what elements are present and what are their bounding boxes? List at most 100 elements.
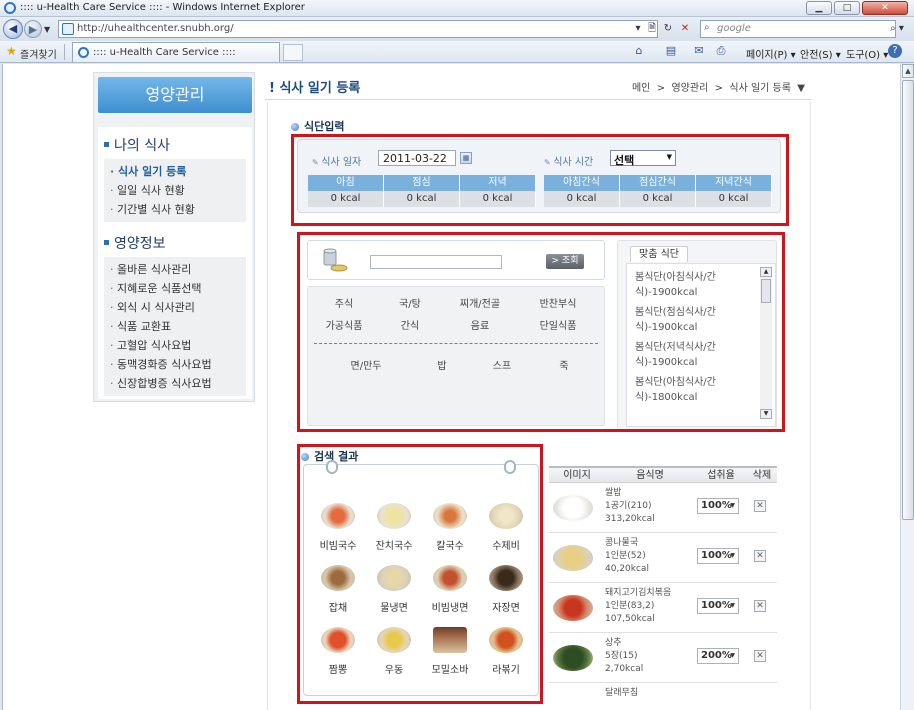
compatibility-icon[interactable]: 🗎 bbox=[644, 21, 660, 37]
sidebar-list: 올바른 식사관리 지혜로운 식품선택 외식 시 식사관리 식품 교환표 고혈압 … bbox=[104, 257, 246, 396]
sidebar-group-title: 영양정보 bbox=[104, 233, 166, 253]
col-header-image: 이미지 bbox=[563, 470, 591, 481]
home-icon[interactable]: ⌂ bbox=[632, 44, 646, 58]
tools-menu[interactable]: 도구(O) ▾ bbox=[846, 46, 888, 61]
sidebar-item-eating-out[interactable]: 외식 시 식사관리 bbox=[104, 298, 246, 317]
search-placeholder: google bbox=[717, 23, 751, 34]
delete-icon[interactable]: ✕ bbox=[754, 650, 766, 662]
food-portion: 5장(15) bbox=[605, 651, 638, 661]
food-info: 돼지고기김치볶음 1인분(83,2) 107,50kcal bbox=[605, 587, 671, 626]
col-header-intake-rate: 섭취율 bbox=[707, 470, 735, 481]
intake-table-header: 이미지 음식명 섭취율 삭제 bbox=[549, 466, 777, 483]
food-portion: 1공기(210) bbox=[605, 501, 652, 511]
highlight-box-search-results bbox=[297, 444, 543, 704]
sidebar-item-hypertension-diet[interactable]: 고혈압 식사요법 bbox=[104, 336, 246, 355]
page-scrollbar[interactable]: ▲ bbox=[900, 64, 914, 710]
food-kcal: 107,50kcal bbox=[605, 614, 655, 624]
intake-rate-value: 100% bbox=[701, 550, 732, 561]
food-name: 콩나물국 bbox=[605, 538, 639, 548]
food-kcal: 313,20kcal bbox=[605, 514, 655, 524]
favorites-star-icon[interactable]: ★ bbox=[6, 44, 17, 58]
col-header-delete: 삭제 bbox=[752, 470, 772, 481]
sidebar-item-exchange-table[interactable]: 식품 교환표 bbox=[104, 317, 246, 336]
highlight-box-meal-input bbox=[291, 134, 789, 226]
food-kcal: 2,70kcal bbox=[605, 664, 644, 674]
food-name: 달래무침 bbox=[605, 688, 639, 698]
breadcrumb-nutrition[interactable]: 영양관리 bbox=[671, 83, 708, 94]
food-info: 상추 5장(15) 2,70kcal bbox=[605, 637, 643, 676]
back-button[interactable]: ◀ bbox=[3, 19, 23, 39]
sidebar-item-food-selection[interactable]: 지혜로운 식품선택 bbox=[104, 279, 246, 298]
delete-icon[interactable]: ✕ bbox=[754, 550, 766, 562]
intake-rate-value: 100% bbox=[701, 600, 732, 611]
page-menu[interactable]: 페이지(P) ▾ bbox=[746, 46, 796, 61]
sidebar-item-atherosclerosis-diet[interactable]: 동맥경화증 식사요법 bbox=[104, 355, 246, 374]
chevron-down-icon: ▼ bbox=[730, 602, 735, 609]
address-toolbar: ◀ ▶ ▼ http://uhealthcenter.snubh.org/ ▾ … bbox=[0, 17, 914, 41]
address-input[interactable]: http://uhealthcenter.snubh.org/ bbox=[58, 20, 658, 38]
table-row: 달래무침 bbox=[549, 683, 777, 710]
breadcrumb: 메인 > 영양관리 > 식사 일기 등록 ▼ bbox=[631, 83, 805, 94]
browser-tab[interactable]: :::: u-Health Care Service :::: bbox=[72, 42, 280, 62]
sidebar-group-my-meals: 나의 식사 식사 일기 등록 일일 식사 현황 기간별 식사 현황 bbox=[98, 127, 252, 231]
breadcrumb-current[interactable]: 식사 일기 등록 bbox=[729, 83, 791, 94]
close-button[interactable]: ✕ bbox=[862, 1, 908, 15]
intake-rate-select[interactable]: 100% ▼ bbox=[697, 548, 739, 564]
mail-icon[interactable]: ✉ bbox=[692, 44, 706, 58]
sidebar-header: 영양관리 bbox=[98, 77, 252, 113]
help-icon[interactable]: ? bbox=[888, 44, 902, 58]
food-thumbnail bbox=[553, 595, 593, 621]
intake-rate-select[interactable]: 100% ▼ bbox=[697, 598, 739, 614]
sidebar-item-diet-management[interactable]: 올바른 식사관리 bbox=[104, 260, 246, 279]
food-portion: 1인분(52) bbox=[605, 551, 646, 561]
search-icon[interactable]: ⌕ ▾ bbox=[884, 20, 910, 38]
delete-icon[interactable]: ✕ bbox=[754, 600, 766, 612]
chevron-down-icon: ▼ bbox=[730, 502, 735, 509]
food-info: 콩나물국 1인분(52) 40,20kcal bbox=[605, 537, 649, 576]
stop-icon[interactable]: ✕ bbox=[677, 21, 693, 37]
table-row: 상추 5장(15) 2,70kcal 200% ▼ ✕ bbox=[549, 633, 777, 683]
intake-table: 이미지 음식명 섭취율 삭제 쌀밥 1공기(210) 313,20kcal 10… bbox=[549, 466, 777, 710]
intake-rate-select[interactable]: 100% ▼ bbox=[697, 498, 739, 514]
sidebar-item-kidney-diet[interactable]: 신장합병증 식사요법 bbox=[104, 374, 246, 393]
table-row: 쌀밥 1공기(210) 313,20kcal 100% ▼ ✕ bbox=[549, 483, 777, 533]
table-row: 돼지고기김치볶음 1인분(83,2) 107,50kcal 100% ▼ ✕ bbox=[549, 583, 777, 633]
table-row: 콩나물국 1인분(52) 40,20kcal 100% ▼ ✕ bbox=[549, 533, 777, 583]
delete-icon[interactable]: ✕ bbox=[754, 500, 766, 512]
sidebar-item-meal-diary[interactable]: 식사 일기 등록 bbox=[104, 162, 246, 181]
favorites-bar: ★ 즐겨찾기 :::: u-Health Care Service :::: ⌂… bbox=[0, 41, 914, 63]
refresh-icon[interactable]: ↻ bbox=[660, 21, 676, 37]
print-icon[interactable]: ⎙ bbox=[714, 44, 728, 58]
forward-button[interactable]: ▶ bbox=[24, 20, 42, 38]
sidebar-item-period-status[interactable]: 기간별 식사 현황 bbox=[104, 200, 246, 219]
feeds-icon[interactable]: ▤ bbox=[664, 44, 678, 58]
tab-title: :::: u-Health Care Service :::: bbox=[93, 47, 236, 58]
food-thumbnail bbox=[553, 645, 593, 671]
breadcrumb-dropdown-icon[interactable]: ▼ bbox=[797, 83, 805, 94]
scroll-thumb[interactable] bbox=[902, 80, 914, 520]
scroll-up-icon[interactable]: ▲ bbox=[902, 64, 914, 78]
breadcrumb-home[interactable]: 메인 bbox=[632, 83, 650, 94]
new-tab-button[interactable] bbox=[283, 44, 303, 61]
favorites-button[interactable]: 즐겨찾기 bbox=[20, 46, 57, 61]
intake-rate-select[interactable]: 200% ▼ bbox=[697, 648, 739, 664]
food-thumbnail bbox=[553, 545, 593, 571]
safety-menu[interactable]: 안전(S) ▾ bbox=[800, 46, 841, 61]
sidebar: 영양관리 나의 식사 식사 일기 등록 일일 식사 현황 기간별 식사 현황 영… bbox=[93, 72, 255, 402]
history-dropdown-icon[interactable]: ▼ bbox=[44, 25, 50, 34]
maximize-button[interactable]: □ bbox=[834, 1, 860, 15]
ie-logo-icon bbox=[4, 2, 16, 14]
toolbar-divider bbox=[64, 44, 65, 60]
page-icon bbox=[62, 23, 74, 35]
page-header: ! 식사 일기 등록 메인 > 영양관리 > 식사 일기 등록 ▼ bbox=[265, 74, 811, 100]
food-info: 달래무침 bbox=[605, 687, 638, 700]
address-url: http://uhealthcenter.snubh.org/ bbox=[77, 23, 234, 34]
page-title-text: 식사 일기 등록 bbox=[279, 81, 361, 96]
sidebar-item-daily-status[interactable]: 일일 식사 현황 bbox=[104, 181, 246, 200]
minimize-button[interactable]: ▁ bbox=[806, 1, 832, 15]
food-name: 상추 bbox=[605, 638, 622, 648]
food-name: 돼지고기김치볶음 bbox=[605, 588, 672, 598]
sidebar-list: 식사 일기 등록 일일 식사 현황 기간별 식사 현황 bbox=[104, 159, 246, 222]
search-input[interactable]: ⌕ google bbox=[700, 20, 896, 38]
col-header-food-name: 음식명 bbox=[636, 470, 664, 481]
